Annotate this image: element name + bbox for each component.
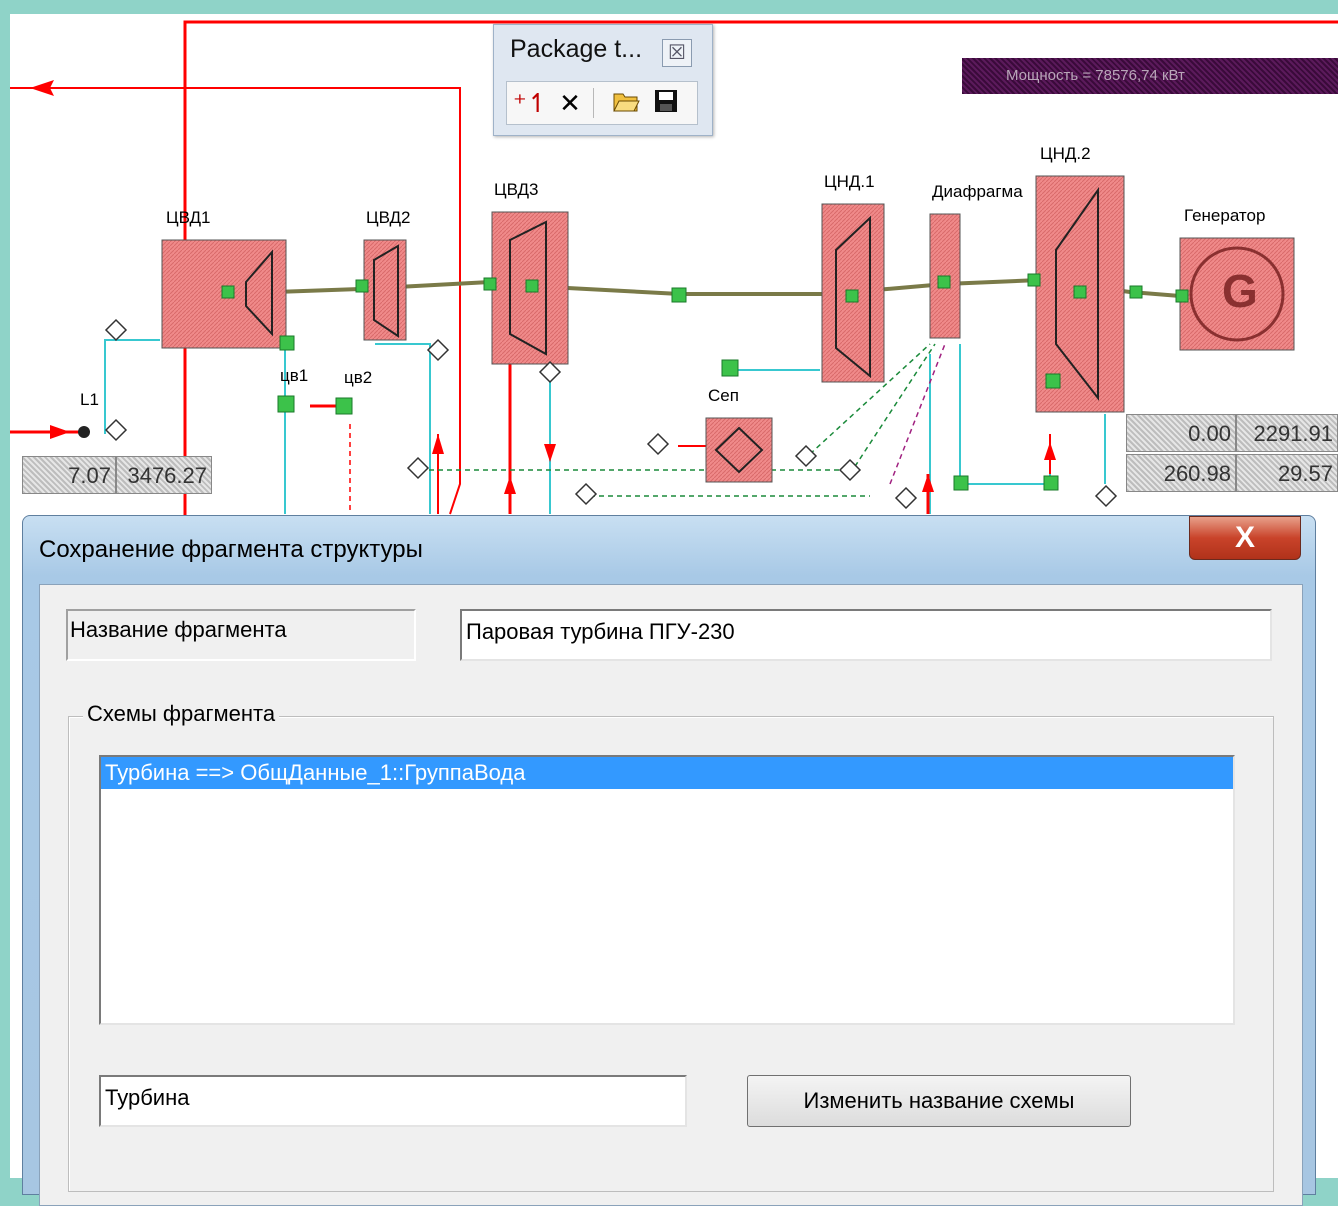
schemes-group-label: Схемы фрагмента	[83, 701, 280, 727]
l1-label: L1	[80, 390, 99, 409]
dialog-body: Название фрагмента Паровая турбина ПГУ-2…	[39, 584, 1303, 1206]
close-icon[interactable]: ☒	[662, 39, 692, 67]
cv1-label: цв1	[280, 366, 309, 385]
right-value-1: 0.00	[1126, 414, 1236, 452]
save-icon[interactable]	[649, 86, 683, 120]
delete-icon[interactable]: ✕	[553, 86, 587, 120]
dialog-close-button[interactable]: X	[1189, 516, 1301, 560]
cv2-label: цв2	[344, 368, 373, 387]
right-value-4: 29.57	[1236, 454, 1338, 492]
fragment-name-label: Название фрагмента	[66, 609, 416, 661]
new-package-icon[interactable]: ⁺↿	[513, 86, 549, 120]
cvd1-label: ЦВД1	[166, 208, 211, 227]
left-value-2: 3476.27	[116, 456, 212, 494]
right-value-3: 260.98	[1126, 454, 1236, 492]
separator-label: Сеп	[708, 386, 739, 405]
schemes-group: Схемы фрагмента Турбина ==> ОбщДанные_1:…	[68, 701, 1274, 1192]
schemes-list[interactable]: Турбина ==> ОбщДанные_1::ГруппаВода	[99, 755, 1235, 1025]
generator-label: Генератор	[1184, 206, 1266, 225]
package-toolbar-buttons: ⁺↿ ✕	[506, 81, 698, 125]
package-toolbar-title: Package t...	[510, 35, 643, 63]
separator-block[interactable]	[705, 417, 773, 483]
rename-scheme-button[interactable]: Изменить название схемы	[747, 1075, 1131, 1127]
diaphragm-label: Диафрагма	[932, 182, 1023, 201]
cnd2-label: ЦНД.2	[1040, 144, 1091, 163]
save-fragment-dialog[interactable]: Сохранение фрагмента структуры X Названи…	[22, 515, 1316, 1206]
cvd3-label: ЦВД3	[494, 180, 539, 199]
open-folder-icon[interactable]	[609, 86, 643, 120]
list-item[interactable]: Турбина ==> ОбщДанные_1::ГруппаВода	[101, 757, 1233, 789]
cnd1-label: ЦНД.1	[824, 172, 875, 191]
cvd2-label: ЦВД2	[366, 208, 411, 227]
fragment-name-field[interactable]: Паровая турбина ПГУ-230	[460, 609, 1272, 661]
right-value-2: 2291.91	[1236, 414, 1338, 452]
scheme-name-field[interactable]: Турбина	[99, 1075, 687, 1127]
left-value-1: 7.07	[22, 456, 116, 494]
generator-symbol: G	[1222, 265, 1258, 317]
cvd2-block[interactable]	[363, 239, 407, 341]
package-toolbar-window[interactable]: Package t... ☒ ⁺↿ ✕	[493, 24, 713, 136]
dialog-title: Сохранение фрагмента структуры	[39, 536, 423, 563]
